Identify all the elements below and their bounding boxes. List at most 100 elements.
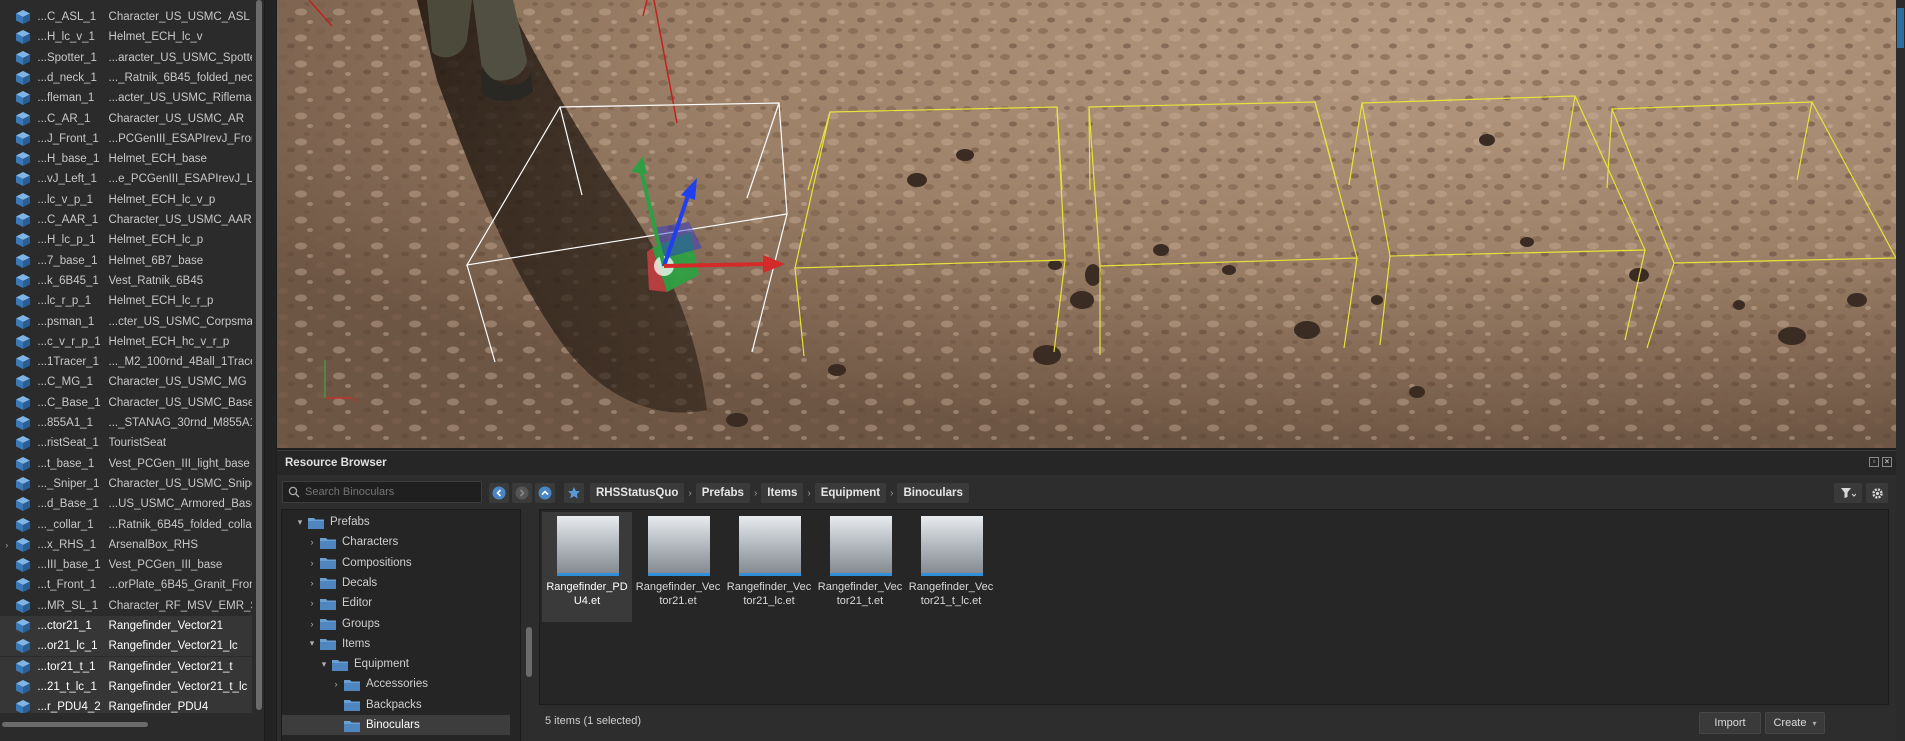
- chevron-down-icon[interactable]: ▾: [318, 659, 330, 670]
- right-edge-scrollbar[interactable]: [1896, 0, 1905, 741]
- hierarchy-row[interactable]: ...C_ASL_1 Character_US_USMC_ASL: [0, 7, 252, 27]
- folder-tree-item[interactable]: › Editor: [282, 593, 510, 613]
- scrollbar-thumb[interactable]: [526, 627, 532, 677]
- hierarchy-row[interactable]: ...lc_r_p_1 Helmet_ECH_lc_r_p: [0, 291, 252, 311]
- hierarchy-row[interactable]: ...r_PDU4_2 Rangefinder_PDU4: [0, 697, 252, 713]
- hierarchy-row[interactable]: ...fleman_1 ...acter_US_USMC_Rifleman: [0, 88, 252, 108]
- create-button[interactable]: Create ▾: [1765, 712, 1825, 734]
- entity-id: ..._Sniper_1: [37, 477, 100, 490]
- hierarchy-row[interactable]: ...H_lc_v_1 Helmet_ECH_lc_v: [0, 27, 252, 47]
- undock-icon[interactable]: ▫: [1869, 457, 1879, 467]
- hierarchy-row[interactable]: ...ristSeat_1 TouristSeat: [0, 433, 252, 453]
- asset-tile[interactable]: Rangefinder_PDU4.et: [542, 512, 632, 622]
- entity-id: ...c_v_r_p_1: [37, 335, 101, 348]
- chevron-right-icon[interactable]: ›: [306, 578, 318, 588]
- folder-tree-item[interactable]: › Compositions: [282, 553, 510, 573]
- folder-tree-item[interactable]: Binoculars: [282, 715, 510, 735]
- scrollbar-thumb[interactable]: [256, 0, 262, 710]
- breadcrumb-separator-icon: ›: [890, 487, 894, 499]
- forward-button[interactable]: [512, 483, 532, 503]
- folder-tree-item[interactable]: › Groups: [282, 614, 510, 634]
- folder-tree-item[interactable]: › Decals: [282, 573, 510, 593]
- hierarchy-row[interactable]: ...C_AR_1 Character_US_USMC_AR: [0, 109, 252, 129]
- panel-splitter[interactable]: [264, 0, 276, 741]
- scene-viewport[interactable]: x: [277, 0, 1896, 448]
- folder-tree-item[interactable]: ▾ Equipment: [282, 654, 510, 674]
- hierarchy-row[interactable]: ...855A1_1 ..._STANAG_30rnd_M855A1: [0, 413, 252, 433]
- chevron-right-icon[interactable]: ›: [306, 598, 318, 608]
- hierarchy-row[interactable]: ...k_6B45_1 Vest_Ratnik_6B45: [0, 271, 252, 291]
- hierarchy-row[interactable]: ...7_base_1 Helmet_6B7_base: [0, 251, 252, 271]
- hierarchy-row[interactable]: ...lc_v_p_1 Helmet_ECH_lc_v_p: [0, 190, 252, 210]
- breadcrumb-item[interactable]: Equipment: [814, 483, 887, 503]
- hierarchy-row[interactable]: ...21_t_lc_1 Rangefinder_Vector21_t_lc: [0, 676, 252, 697]
- folder-tree-scrollbar[interactable]: [525, 511, 533, 740]
- hierarchy-row[interactable]: ...MR_SL_1 Character_RF_MSV_EMR_SL: [0, 596, 252, 616]
- hierarchy-row[interactable]: ...C_AAR_1 Character_US_USMC_AAR: [0, 210, 252, 230]
- chevron-right-icon[interactable]: ›: [306, 558, 318, 568]
- entity-prefab-name: Rangefinder_PDU4: [108, 701, 209, 713]
- scrollbar-thumb[interactable]: [1897, 8, 1904, 48]
- hierarchy-row[interactable]: ...t_Front_1 ...orPlate_6B45_Granit_Front: [0, 575, 252, 595]
- hierarchy-row[interactable]: ...C_Base_1 Character_US_USMC_Base: [0, 393, 252, 413]
- hierarchy-row[interactable]: ...c_v_r_p_1 Helmet_ECH_hc_v_r_p: [0, 332, 252, 352]
- hierarchy-row[interactable]: ...d_neck_1 ..._Ratnik_6B45_folded_neck: [0, 68, 252, 88]
- folder-tree-item[interactable]: › Accessories: [282, 674, 510, 694]
- hierarchy-row[interactable]: ...d_Base_1 ...US_USMC_Armored_Base: [0, 494, 252, 514]
- hierarchy-row[interactable]: ...or21_lc_1 Rangefinder_Vector21_lc: [0, 636, 252, 657]
- hierarchy-row[interactable]: › ...x_RHS_1 ArsenalBox_RHS: [0, 535, 252, 555]
- folder-tree-item[interactable]: ▾ Items: [282, 634, 510, 654]
- breadcrumb-item[interactable]: Binoculars: [897, 483, 969, 503]
- hierarchy-row[interactable]: ...H_lc_p_1 Helmet_ECH_lc_p: [0, 230, 252, 250]
- asset-tile[interactable]: Rangefinder_Vector21_t.et: [815, 512, 905, 622]
- chevron-right-icon[interactable]: ›: [306, 537, 318, 547]
- back-button[interactable]: [489, 483, 509, 503]
- hierarchy-row[interactable]: ..._collar_1 ...Ratnik_6B45_folded_collar: [0, 515, 252, 535]
- breadcrumb-item[interactable]: Items: [761, 483, 804, 503]
- hierarchy-row[interactable]: ...ctor21_1 Rangefinder_Vector21: [0, 616, 252, 636]
- hierarchy-vertical-scrollbar[interactable]: [254, 0, 264, 713]
- hierarchy-row[interactable]: ...III_base_1 Vest_PCGen_III_base: [0, 555, 252, 575]
- cube-icon: [15, 456, 31, 472]
- folder-tree-item[interactable]: Backpacks: [282, 695, 510, 715]
- chevron-down-icon[interactable]: ▾: [294, 517, 306, 528]
- resource-browser-status-bar: 5 items (1 selected) Import Create ▾: [539, 705, 1889, 739]
- close-icon[interactable]: ×: [1882, 457, 1892, 467]
- hierarchy-row[interactable]: ...Spotter_1 ...aracter_US_USMC_Spotter: [0, 48, 252, 68]
- hierarchy-row[interactable]: ...vJ_Left_1 ...e_PCGenIII_ESAPIrevJ_Left: [0, 169, 252, 189]
- hierarchy-horizontal-scrollbar[interactable]: [0, 720, 252, 730]
- up-button[interactable]: [535, 483, 555, 503]
- chevron-right-icon[interactable]: ›: [330, 679, 342, 689]
- search-box[interactable]: [282, 481, 482, 503]
- chevron-right-icon[interactable]: ›: [306, 619, 318, 629]
- folder-tree-item[interactable]: ▾ Prefabs: [282, 512, 510, 532]
- hierarchy-row[interactable]: ...t_base_1 Vest_PCGen_III_light_base: [0, 454, 252, 474]
- hierarchy-row[interactable]: ..._Sniper_1 Character_US_USMC_Sniper: [0, 474, 252, 494]
- settings-button[interactable]: [1866, 483, 1888, 503]
- import-button[interactable]: Import: [1699, 712, 1761, 734]
- hierarchy-row[interactable]: ...1Tracer_1 ..._M2_100rnd_4Ball_1Tracer: [0, 352, 252, 372]
- asset-tile[interactable]: Rangefinder_Vector21_t_lc.et: [906, 512, 996, 622]
- entity-id: ...855A1_1: [37, 417, 94, 429]
- scrollbar-thumb[interactable]: [2, 722, 148, 727]
- breadcrumb-item[interactable]: Prefabs: [695, 483, 750, 503]
- asset-tile[interactable]: Rangefinder_Vector21.et: [633, 512, 723, 622]
- hierarchy-row[interactable]: ...psman_1 ...cter_US_USMC_Corpsman: [0, 312, 252, 332]
- hierarchy-row[interactable]: ...tor21_t_1 Rangefinder_Vector21_t: [0, 656, 252, 677]
- breadcrumb-item[interactable]: RHSStatusQuo: [590, 483, 685, 503]
- breadcrumb: RHSStatusQuo › Prefabs › Items › Equipment › Bin…: [590, 483, 969, 503]
- entity-prefab-name: ...PCGenIII_ESAPIrevJ_Front: [108, 132, 252, 145]
- cube-icon: [15, 557, 31, 573]
- folder-tree-item[interactable]: › Characters: [282, 532, 510, 552]
- chevron-down-icon[interactable]: ▾: [306, 638, 318, 649]
- scene-render[interactable]: x: [277, 0, 1896, 448]
- expand-arrow-icon[interactable]: ›: [0, 540, 13, 550]
- search-input[interactable]: [305, 486, 475, 498]
- hierarchy-row[interactable]: ...C_MG_1 Character_US_USMC_MG: [0, 372, 252, 392]
- hierarchy-row[interactable]: ...H_base_1 Helmet_ECH_base: [0, 149, 252, 169]
- favorites-button[interactable]: [564, 483, 584, 503]
- resource-browser-toolbar: RHSStatusQuo›Prefabs›Items›Equipment›Bin…: [277, 477, 1896, 507]
- asset-tile[interactable]: Rangefinder_Vector21_lc.et: [724, 512, 814, 622]
- hierarchy-row[interactable]: ...J_Front_1 ...PCGenIII_ESAPIrevJ_Front: [0, 129, 252, 149]
- filter-button[interactable]: [1834, 483, 1862, 503]
